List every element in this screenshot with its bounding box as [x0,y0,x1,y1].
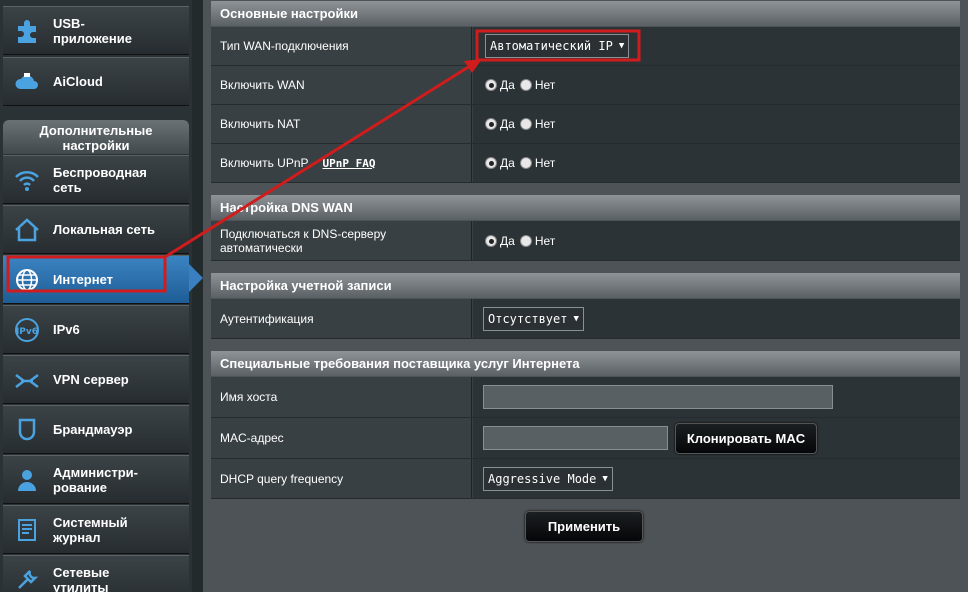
sidebar-item-label: Интернет [53,272,114,287]
row-dhcp-frequency: DHCP query frequency Aggressive Mode ▼ [211,459,960,499]
sidebar-item-lan[interactable]: Локальная сеть [3,205,189,254]
mac-label: MAC-адрес [211,418,472,458]
shield-icon [10,414,44,446]
enable-nat-yes-radio[interactable] [485,118,497,130]
sidebar-item-usb-apps[interactable]: USB- приложение [3,6,189,55]
mac-input[interactable] [483,426,668,450]
enable-nat-no-radio[interactable] [519,118,532,130]
dhcp-frequency-select[interactable]: Aggressive Mode ▼ [483,466,613,491]
section-isp-title: Специальные требования поставщика услуг … [211,351,960,376]
wan-type-label: Тип WAN-подключения [211,27,472,65]
sidebar-item-label: IPv6 [53,322,80,337]
sidebar-item-system-log[interactable]: Системный журнал [3,505,189,554]
sidebar-item-label: Беспроводная сеть [53,164,147,195]
hostname-label: Имя хоста [211,377,472,417]
wan-type-select[interactable]: Автоматический IP ▼ [485,34,630,58]
enable-wan-label: Включить WAN [211,66,472,104]
section-account-title: Настройка учетной записи [211,273,960,298]
enable-upnp-yes-radio[interactable] [485,157,497,169]
row-auto-dns: Подключаться к DNS-серверу автоматически… [211,221,960,261]
row-hostname: Имя хоста [211,377,960,418]
auth-select[interactable]: Отсутствует ▼ [483,306,584,331]
main-panel: Основные настройки Тип WAN-подключения А… [203,0,968,592]
row-mac: MAC-адрес Клонировать MAC [211,418,960,459]
sidebar-item-internet[interactable]: Интернет [3,255,189,304]
upnp-faq-link[interactable]: UPnP FAQ [323,157,376,170]
dhcp-frequency-label: DHCP query frequency [211,459,472,498]
ipv6-icon: IPv6 [10,314,44,346]
apply-button[interactable]: Применить [525,511,643,542]
sidebar-item-label: Сетевые утилиты [53,564,110,592]
row-enable-nat: Включить NAT Да Нет [211,105,960,144]
auth-label: Аутентификация [211,299,472,338]
enable-wan-no-radio[interactable] [519,79,532,91]
enable-upnp-no-radio[interactable] [519,157,532,169]
wifi-icon [10,164,44,196]
advanced-settings-header: Дополнительные настройки [3,120,189,154]
chevron-down-icon: ▼ [618,41,625,51]
sidebar-item-aicloud[interactable]: AiCloud [3,57,189,106]
globe-icon [10,264,44,296]
sidebar-item-label: VPN сервер [53,372,129,387]
sidebar-item-label: USB- приложение [53,15,132,46]
row-wan-type: Тип WAN-подключения Автоматический IP ▼ [211,27,960,66]
vpn-icon [10,364,44,396]
sidebar-item-administration[interactable]: Администри- рование [3,455,189,504]
enable-wan-yes-radio[interactable] [485,79,497,91]
sidebar-item-label: AiCloud [53,74,103,89]
enable-upnp-label: Включить UPnP [220,156,309,170]
section-basic-title: Основные настройки [211,1,960,26]
log-icon [10,514,44,546]
admin-icon [10,464,44,496]
chevron-down-icon: ▼ [573,313,579,324]
puzzle-icon [10,15,44,47]
cloud-icon [10,66,44,98]
auto-dns-no-radio[interactable] [519,234,532,247]
sidebar-item-network-tools[interactable]: Сетевые утилиты [3,555,189,592]
tools-icon [10,564,44,592]
hostname-input[interactable] [483,385,833,409]
sidebar-item-wireless[interactable]: Беспроводная сеть [3,155,189,204]
enable-nat-label: Включить NAT [211,105,472,143]
home-icon [10,214,44,246]
sidebar-item-label: Системный журнал [53,514,128,545]
row-enable-upnp: Включить UPnP UPnP FAQ Да Нет [211,144,960,183]
sidebar-item-vpn[interactable]: VPN сервер [3,355,189,404]
sidebar-item-firewall[interactable]: Брандмауэр [3,405,189,454]
row-enable-wan: Включить WAN Да Нет [211,66,960,105]
sidebar-item-ipv6[interactable]: IPv6 IPv6 [3,305,189,354]
auto-dns-label: Подключаться к DNS-серверу автоматически [211,221,472,260]
auto-dns-yes-radio[interactable] [485,234,497,247]
clone-mac-button[interactable]: Клонировать MAC [675,422,817,454]
sidebar-item-label: Брандмауэр [53,422,133,437]
chevron-down-icon: ▼ [602,473,608,484]
sidebar-item-label: Локальная сеть [53,222,155,237]
row-authentication: Аутентификация Отсутствует ▼ [211,299,960,339]
sidebar: USB- приложение AiCloud Дополнительные н… [0,0,192,592]
active-indicator [189,264,203,292]
section-dns-title: Настройка DNS WAN [211,195,960,220]
sidebar-item-label: Администри- рование [53,464,138,495]
svg-text:IPv6: IPv6 [16,327,38,337]
